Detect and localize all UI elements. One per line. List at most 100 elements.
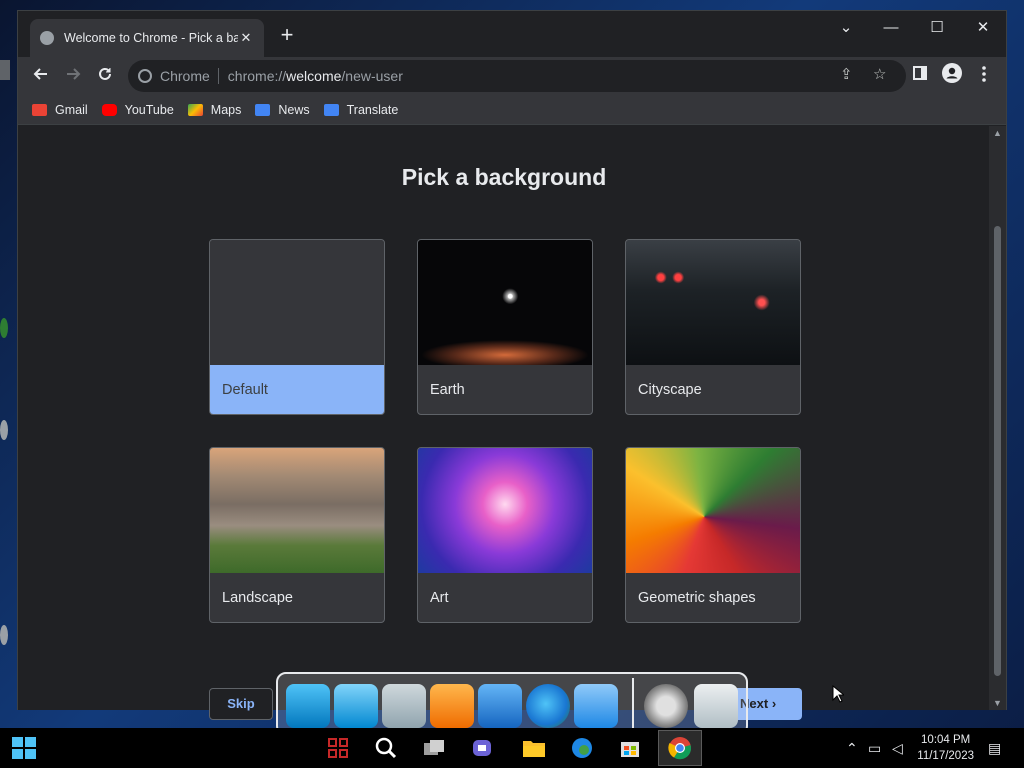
music-folder-icon[interactable]	[430, 684, 474, 728]
cityscape-preview	[626, 240, 800, 365]
forward-button[interactable]	[60, 63, 86, 89]
back-button[interactable]	[28, 63, 54, 89]
back-arrow-icon	[33, 68, 47, 80]
recycle-bin-icon[interactable]	[694, 684, 738, 728]
desktop-icon[interactable]	[0, 60, 10, 80]
bookmark-star-icon[interactable]: ☆	[873, 65, 886, 83]
welcome-page: Pick a background Default Earth Cityscap…	[18, 126, 990, 720]
background-option-cityscape[interactable]: Cityscape	[625, 239, 801, 415]
background-label: Earth	[430, 382, 465, 398]
bookmark-translate[interactable]: Translate	[323, 102, 399, 117]
tab-welcome[interactable]: Welcome to Chrome - Pick a background ✕	[30, 19, 264, 57]
chevron-right-icon: ›	[771, 696, 777, 711]
clock-date: 11/17/2023	[917, 750, 974, 762]
show-hidden-icons[interactable]: ⌃	[846, 740, 858, 757]
background-option-landscape[interactable]: Landscape	[209, 447, 385, 623]
maps-icon	[187, 103, 203, 116]
network-status-icon[interactable]: ▭	[868, 740, 881, 757]
kebab-menu-icon	[982, 66, 986, 82]
settings-icon[interactable]	[644, 684, 688, 728]
dock	[276, 672, 748, 736]
chrome-window: Welcome to Chrome - Pick a background ✕ …	[17, 10, 1007, 720]
background-label: Art	[430, 590, 449, 606]
menu-button[interactable]	[971, 63, 997, 89]
site-chip: Chrome	[160, 68, 219, 84]
bookmark-label: Gmail	[55, 102, 88, 117]
network-icon[interactable]	[334, 684, 378, 728]
presentation-icon[interactable]	[574, 684, 618, 728]
reload-button[interactable]	[92, 63, 118, 89]
reload-icon	[99, 67, 111, 80]
background-label: Default	[210, 365, 384, 414]
store-icon[interactable]	[614, 732, 646, 764]
new-tab-button[interactable]: +	[276, 24, 298, 47]
teams-chat-icon[interactable]	[466, 732, 498, 764]
scroll-down-icon[interactable]: ▼	[989, 698, 1006, 708]
background-option-art[interactable]: Art	[417, 447, 593, 623]
tab-title: Welcome to Chrome - Pick a background	[64, 31, 238, 45]
profile-icon	[942, 63, 962, 83]
default-preview	[210, 240, 384, 365]
maximize-button[interactable]: ☐	[917, 15, 957, 43]
url-scheme: chrome://	[227, 68, 287, 84]
bookmark-gmail[interactable]: Gmail	[32, 103, 88, 117]
scrollbar[interactable]: ▲ ▼	[989, 126, 1006, 710]
side-panel-button[interactable]	[907, 63, 933, 89]
tab-close-icon[interactable]: ✕	[238, 30, 254, 46]
background-label: Cityscape	[638, 382, 702, 398]
news-icon	[255, 103, 271, 116]
file-manager-icon[interactable]	[382, 684, 426, 728]
background-option-default[interactable]: Default	[209, 239, 385, 415]
url-path: /new-user	[341, 68, 403, 84]
bookmark-label: Translate	[346, 102, 399, 117]
skip-button[interactable]: Skip	[209, 688, 273, 720]
art-preview	[418, 448, 592, 573]
translate-icon	[323, 103, 339, 116]
chrome-site-icon	[138, 69, 152, 83]
search-icon[interactable]	[370, 732, 402, 764]
scroll-up-icon[interactable]: ▲	[989, 128, 1006, 138]
desktop-icon[interactable]	[0, 318, 8, 338]
tab-search-button[interactable]: ⌄	[826, 15, 866, 43]
share-icon[interactable]: ⇪	[840, 65, 853, 83]
mouse-cursor-icon	[832, 685, 844, 703]
clock-time: 10:04 PM	[921, 734, 971, 746]
background-option-geometric-shapes[interactable]: Geometric shapes	[625, 447, 801, 623]
address-bar[interactable]: Chrome chrome:// welcome /new-user ⇪ ☆	[128, 60, 906, 92]
youtube-icon	[101, 103, 117, 116]
background-label: Geometric shapes	[638, 590, 756, 606]
profile-button[interactable]	[939, 63, 965, 89]
file-explorer-icon[interactable]	[518, 732, 550, 764]
pictures-folder-icon[interactable]	[478, 684, 522, 728]
dock-separator	[632, 678, 634, 734]
desktop-icon[interactable]	[0, 625, 8, 645]
chrome-taskbar-icon[interactable]	[658, 730, 702, 766]
bookmark-news[interactable]: News	[255, 103, 310, 117]
bookmark-youtube[interactable]: YouTube	[101, 102, 174, 117]
gmail-icon	[32, 103, 47, 116]
bookmarks-bar: Gmail YouTube Maps News Translate	[18, 95, 1006, 125]
minimize-button[interactable]: —	[871, 15, 911, 43]
url-host: welcome	[286, 68, 342, 84]
geometric-shapes-preview	[626, 448, 800, 573]
landscape-preview	[210, 448, 384, 573]
monitor-icon[interactable]	[286, 684, 330, 728]
forward-arrow-icon	[67, 68, 81, 80]
scrollbar-thumb[interactable]	[994, 226, 1001, 676]
edge-icon[interactable]	[526, 684, 570, 728]
clock[interactable]: 10:04 PM 11/17/2023	[917, 732, 974, 764]
edge-taskbar-icon[interactable]	[566, 732, 598, 764]
bookmark-maps[interactable]: Maps	[187, 102, 242, 117]
volume-icon[interactable]: ◁	[892, 740, 903, 757]
desktop-icon[interactable]	[0, 420, 8, 440]
start-icon[interactable]	[12, 737, 36, 759]
background-option-earth[interactable]: Earth	[417, 239, 593, 415]
bookmark-label: YouTube	[124, 102, 174, 117]
apps-grid-icon[interactable]	[322, 732, 354, 764]
bookmark-label: Maps	[210, 102, 242, 117]
toolbar: Chrome chrome:// welcome /new-user ⇪ ☆	[18, 57, 1006, 95]
notifications-icon[interactable]: ▤	[988, 740, 1001, 757]
close-button[interactable]: ✕	[963, 15, 1003, 43]
task-view-icon[interactable]	[418, 732, 450, 764]
side-panel-icon	[913, 66, 927, 80]
